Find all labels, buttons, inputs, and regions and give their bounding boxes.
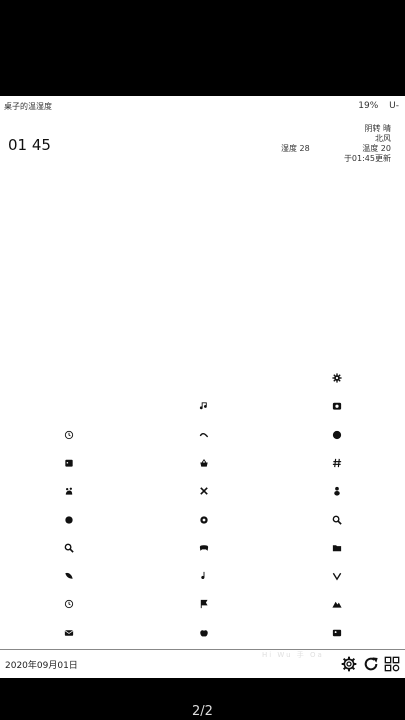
gamepad-icon[interactable] [199,542,210,553]
calendar-icon[interactable] [64,457,75,468]
gear-icon[interactable] [332,373,343,384]
refresh-icon[interactable] [363,656,379,672]
close-icon[interactable] [199,486,210,497]
paw-icon[interactable] [64,486,75,497]
bottom-bar: 2020年09月01日 Hi Wu 手 Oa [0,649,405,678]
clock-icon[interactable] [64,429,75,440]
clock-icon[interactable] [64,599,75,610]
hash-icon[interactable] [332,457,343,468]
apple-icon[interactable] [199,627,210,638]
page-indicator: 2/2 [192,704,213,719]
circle-icon[interactable] [64,514,75,525]
image-icon[interactable] [332,627,343,638]
basket-icon[interactable] [199,457,210,468]
link-icon[interactable] [199,429,210,440]
e-ink-screen: 桌子的温湿度 19% U- 01 45 阴转 晴 北风 湿度 28 温度 20 … [0,96,405,678]
mountain-icon[interactable] [332,599,343,610]
faint-text: Hi Wu 手 Oa [262,651,324,659]
mail-icon[interactable] [64,627,75,638]
settings-gear-icon[interactable] [341,656,357,672]
leaf-icon[interactable] [64,571,75,582]
date-display: 2020年09月01日 [5,661,78,671]
apps-grid-icon[interactable] [384,656,400,672]
flag-icon[interactable] [199,599,210,610]
search-icon[interactable] [332,514,343,525]
search-icon[interactable] [64,542,75,553]
globe-icon[interactable] [332,429,343,440]
camera-icon[interactable] [332,401,343,412]
quote-icon[interactable] [199,514,210,525]
chevron-down-icon[interactable] [332,571,343,582]
music-note-icon[interactable] [199,401,210,412]
note-icon[interactable] [199,571,210,582]
person-icon[interactable] [332,486,343,497]
folder-icon[interactable] [332,542,343,553]
icon-grid [0,96,405,678]
